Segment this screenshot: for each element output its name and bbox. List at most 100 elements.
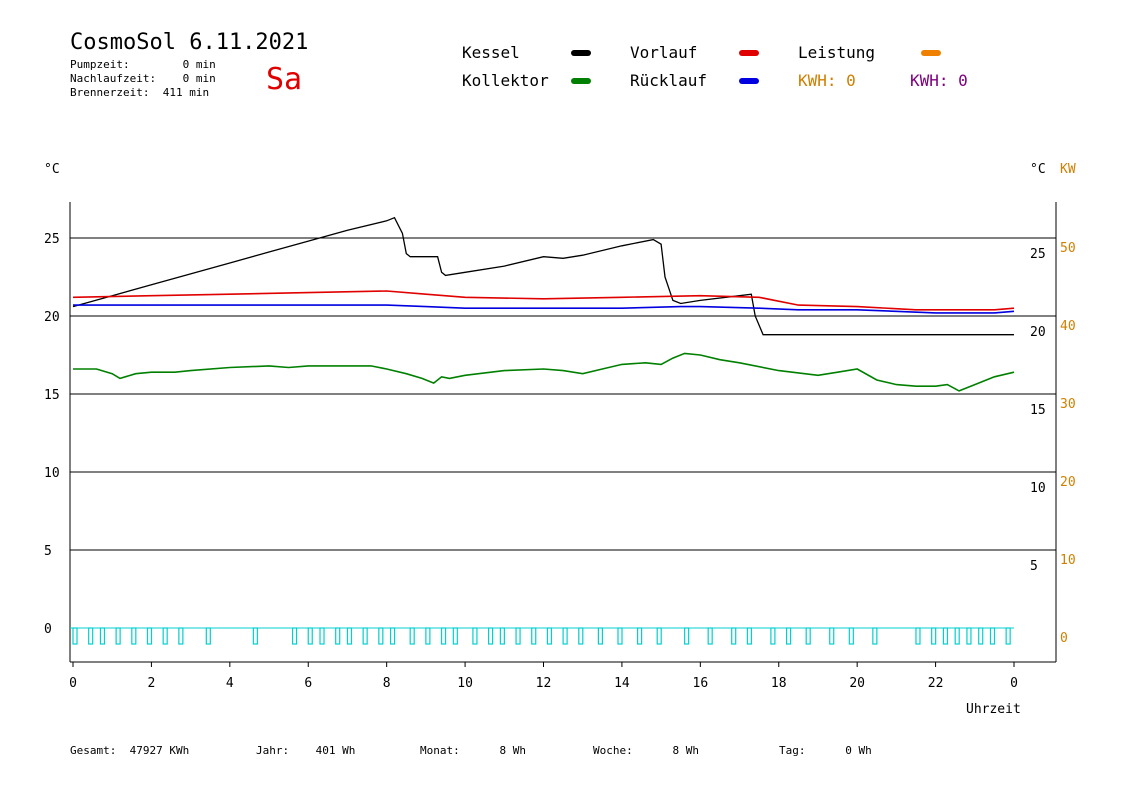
pump-pulse: [88, 627, 94, 645]
pump-pulse: [335, 627, 341, 645]
pump-pulse: [684, 627, 690, 645]
pump-pulse: [636, 627, 643, 645]
pump-pulse: [409, 627, 415, 645]
pump-pulse: [425, 627, 431, 645]
series-line-ruecklauf: [73, 304, 1015, 314]
x-tick-label: 4: [226, 676, 234, 691]
pumpzeit-info: Pumpzeit: 0 min: [70, 58, 216, 71]
x-tick-label: 22: [928, 676, 944, 691]
y-tick-label-kw: 40: [1060, 319, 1076, 334]
y-tick-label-left: 15: [44, 388, 60, 403]
pump-pulse: [131, 627, 137, 645]
pump-pulse: [146, 627, 153, 645]
pump-pulse: [362, 627, 368, 645]
pump-pulse: [931, 627, 937, 645]
pump-pulse: [99, 627, 106, 645]
pump-pulse: [452, 627, 458, 645]
pump-pulse: [731, 627, 737, 645]
pump-pulse: [72, 627, 78, 645]
x-tick-label: 14: [614, 676, 630, 691]
pump-pulse: [472, 627, 478, 645]
pump-pulse: [770, 627, 776, 645]
y-tick-label-kw: 10: [1060, 553, 1076, 568]
y-tick-label-kw: 0: [1060, 631, 1068, 646]
pump-pulse: [178, 627, 184, 645]
pump-pulse: [440, 627, 447, 645]
y-tick-label-right: 10: [1030, 481, 1046, 496]
pump-pulse: [319, 627, 325, 645]
pump-pulse: [805, 627, 811, 645]
pump-pulse: [515, 627, 521, 645]
pump-pulse: [346, 627, 353, 645]
y-tick-label-right: 20: [1030, 325, 1046, 340]
y-tick-label-left: 5: [44, 544, 52, 559]
y-tick-label-left: 10: [44, 466, 60, 481]
y-tick-label-kw: 30: [1060, 397, 1076, 412]
y-tick-label-left: 25: [44, 232, 60, 247]
y-axis-unit-left: °C: [44, 162, 60, 177]
pump-pulse: [989, 627, 996, 645]
pump-pulse: [746, 627, 752, 645]
legend-kwh-leistung: KWH: 0: [798, 71, 856, 90]
pump-pulse: [252, 627, 258, 645]
series-line-vorlauf: [72, 290, 1015, 311]
x-tick-label: 10: [457, 676, 473, 691]
page-title: CosmoSol 6.11.2021: [70, 30, 309, 55]
legend-vorlauf-swatch: [739, 50, 759, 56]
brennerzeit-info: Brennerzeit: 411 min: [70, 86, 210, 99]
pump-pulse: [115, 627, 121, 645]
y-tick-label-left: 20: [44, 310, 60, 325]
pump-pulse: [954, 627, 960, 645]
pump-pulse: [307, 627, 313, 645]
y-tick-label-right: 15: [1030, 403, 1046, 418]
x-tick-label: 8: [383, 676, 391, 691]
pump-pulse: [978, 627, 984, 645]
x-tick-label: 0: [1010, 676, 1018, 691]
pump-pulse: [656, 627, 662, 645]
x-tick-label: 6: [304, 676, 312, 691]
y-tick-label-right: 25: [1030, 247, 1046, 262]
footer-monat: Monat: 8 Wh: [420, 744, 526, 757]
pump-pulse: [488, 627, 494, 645]
legend-kessel-swatch: [571, 50, 591, 56]
pump-pulse: [915, 627, 921, 645]
y-tick-label-kw: 50: [1060, 241, 1076, 256]
pump-pulse: [872, 627, 878, 645]
y-axis-unit-right: °C: [1030, 162, 1046, 177]
legend-ruecklauf-label: Rücklauf: [630, 71, 708, 90]
pump-pulse: [205, 627, 211, 645]
legend-leistung-swatch: [921, 50, 941, 56]
y-tick-label-kw: 20: [1060, 475, 1076, 490]
chart-area: 0 5 10 15 20 25 5 10 15 20 25 0 10 20 30 40 50 0 2 4 6 8 10 12 1…: [44, 202, 1076, 691]
y-tick-label-right: 5: [1030, 559, 1038, 574]
pump-pulse: [597, 627, 603, 645]
series-line-kollektor: [73, 352, 1015, 392]
footer-gesamt: Gesamt: 47927 KWh: [70, 744, 190, 757]
x-axis-label: Uhrzeit: [966, 702, 1021, 717]
pump-pulse: [785, 627, 792, 645]
x-tick-label: 16: [693, 676, 709, 691]
pump-pulse: [291, 627, 298, 645]
pump-pulse: [1005, 627, 1011, 645]
pump-pulse: [562, 627, 568, 645]
pump-pulse: [499, 627, 505, 645]
legend-ruecklauf-swatch: [739, 78, 759, 84]
x-tick-label: 12: [536, 676, 552, 691]
pump-pulse: [578, 627, 584, 645]
pump-pulse: [546, 627, 553, 645]
x-tick-label: 18: [771, 676, 787, 691]
weekday-label: Sa: [266, 62, 303, 97]
pump-pulse: [162, 627, 168, 645]
pump-pulse: [531, 627, 537, 645]
pump-pulse: [707, 627, 713, 645]
pump-pulse: [378, 627, 384, 645]
legend-vorlauf-label: Vorlauf: [630, 43, 698, 62]
x-tick-label: 0: [69, 676, 77, 691]
pump-pulse: [829, 627, 835, 645]
legend-kwh-total: KWH: 0: [910, 71, 968, 90]
pump-pulse: [617, 627, 623, 645]
legend-kollektor-label: Kollektor: [462, 71, 549, 90]
legend-kessel-label: Kessel: [462, 43, 520, 62]
series-line-kessel: [72, 216, 1014, 336]
pump-pulse: [848, 627, 854, 645]
